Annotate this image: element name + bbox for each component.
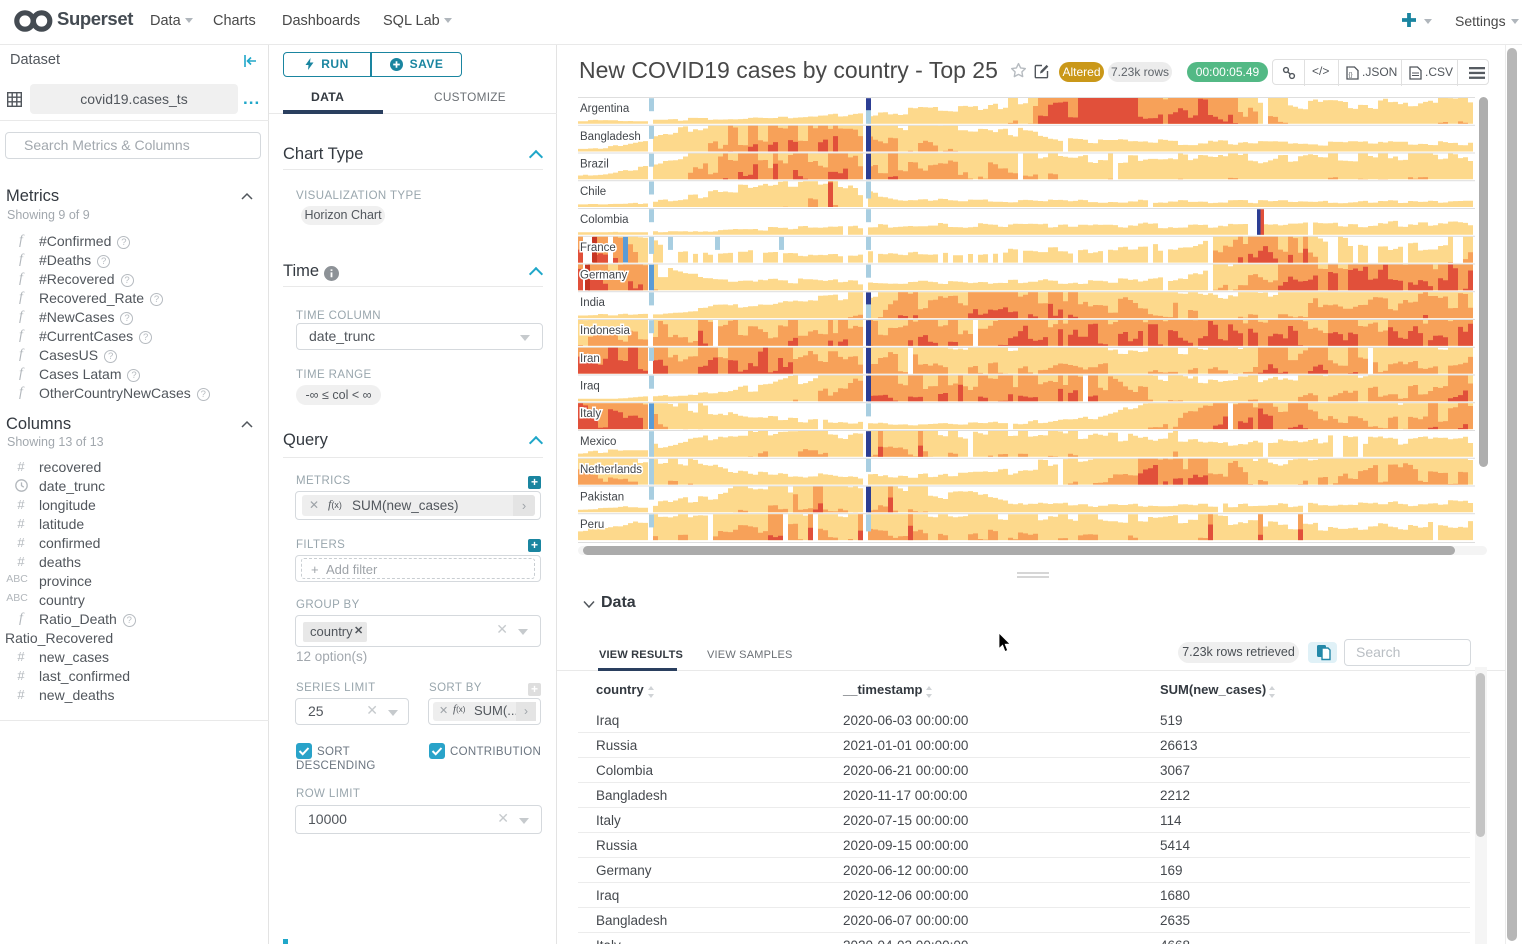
svg-text:Indonesia: Indonesia	[580, 325, 630, 337]
svg-text:Colombia: Colombia	[580, 214, 629, 226]
svg-text:France: France	[580, 242, 616, 254]
svg-text:Germany: Germany	[580, 270, 628, 282]
svg-text:{}: {}	[1349, 73, 1353, 79]
svg-text:Peru: Peru	[580, 519, 604, 531]
svg-text:India: India	[580, 297, 606, 309]
svg-text:Iran: Iran	[580, 353, 600, 365]
svg-text:Mexico: Mexico	[580, 436, 616, 448]
svg-text:Italy: Italy	[580, 408, 601, 420]
svg-text:Netherlands: Netherlands	[580, 464, 642, 476]
svg-text:Pakistan: Pakistan	[580, 492, 624, 504]
svg-text:Chile: Chile	[580, 186, 606, 198]
svg-text:Bangladesh: Bangladesh	[580, 131, 641, 143]
svg-text:Argentina: Argentina	[580, 103, 630, 115]
svg-text:Iraq: Iraq	[580, 381, 600, 393]
svg-text:Brazil: Brazil	[580, 159, 609, 171]
